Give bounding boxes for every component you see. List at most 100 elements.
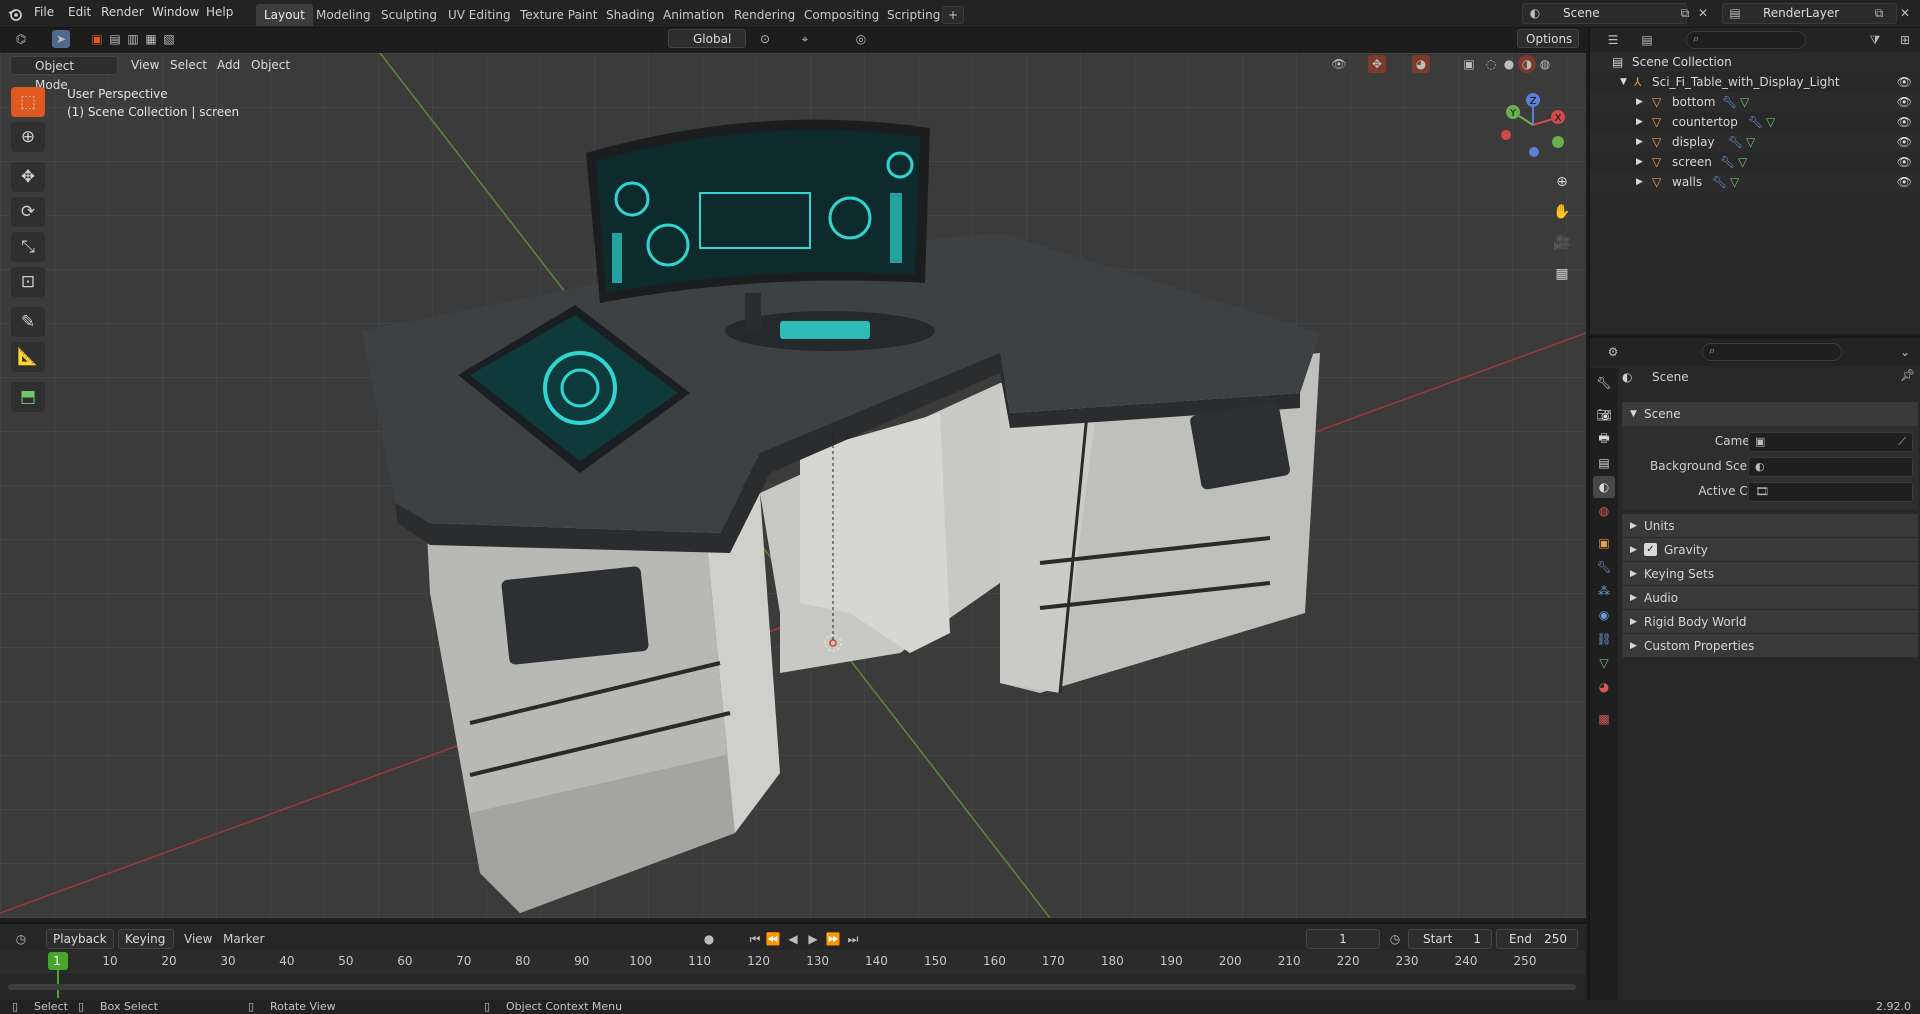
modifier-tab-icon[interactable]: 🔧︎	[1593, 556, 1615, 578]
visibility-eye-icon[interactable]: 👁	[1897, 132, 1912, 152]
add-cube-tool-button[interactable]: ⬒	[11, 382, 45, 412]
keying-sets-panel-header[interactable]: ▶ Keying Sets	[1622, 562, 1918, 586]
outliner-editor-icon[interactable]: ☰	[1604, 31, 1622, 49]
viewport-menu-select[interactable]: Select	[170, 56, 207, 75]
rotate-tool-button[interactable]: ⟳	[11, 197, 45, 227]
tweak-tool-button[interactable]: ⬚	[11, 87, 45, 117]
start-frame-field[interactable]: Start 1	[1408, 929, 1492, 949]
blender-logo-icon[interactable]	[6, 5, 24, 23]
ortho-grid-icon[interactable]: ▦	[1550, 262, 1574, 286]
viewport-menu-object[interactable]: Object	[251, 56, 290, 75]
end-frame-field[interactable]: End 250	[1496, 929, 1578, 949]
navigation-gizmo[interactable]: Z X Y	[1498, 90, 1568, 160]
play-icon[interactable]: ▶	[804, 930, 822, 948]
object-row-countertop[interactable]: ▶ ▽ countertop 🔧︎ ▽ 👁	[1590, 112, 1920, 132]
pin-icon[interactable]: 📌︎	[1900, 368, 1915, 382]
pivot-point-icon[interactable]: ⊙	[756, 30, 774, 48]
properties-editor-icon[interactable]: ⚙	[1604, 343, 1622, 361]
material-shading-icon[interactable]: ◑	[1518, 55, 1536, 73]
gravity-checkbox[interactable]: ✓	[1644, 543, 1657, 556]
move-tool-button[interactable]: ✥	[11, 162, 45, 192]
rendered-shading-icon[interactable]: ◍	[1536, 55, 1554, 73]
render-tab-icon[interactable]: 📷︎	[1593, 404, 1615, 426]
expand-chevron-icon[interactable]: ▶	[1636, 152, 1643, 172]
collection-row[interactable]: ▼ ⅄ Sci_Fi_Table_with_Display_Light 👁	[1590, 72, 1920, 92]
properties-search-input[interactable]: ⌕	[1702, 343, 1842, 361]
visibility-icon[interactable]: 👁	[1330, 55, 1348, 73]
jump-keyframe-back-icon[interactable]: ⏪	[764, 930, 782, 948]
viewport-menu-view[interactable]: View	[131, 56, 159, 75]
scene-panel-header[interactable]: ▼ Scene	[1622, 402, 1918, 426]
viewport-menu-add[interactable]: Add	[217, 56, 240, 75]
tab-sculpting[interactable]: Sculpting	[373, 4, 445, 26]
camera-view-icon[interactable]: 🎥	[1550, 231, 1574, 255]
proportional-edit-icon[interactable]: ◎	[852, 30, 870, 48]
display-mode-icon[interactable]: ▤	[1638, 31, 1656, 49]
new-scene-icon[interactable]: ⧉	[1676, 4, 1694, 22]
preview-range-icon[interactable]: ◷	[1386, 930, 1404, 948]
snap-icon[interactable]: ⌖	[796, 30, 814, 48]
options-chevron-icon[interactable]: ⌄	[1896, 343, 1914, 361]
material-tab-icon[interactable]: ◕	[1593, 676, 1615, 698]
tab-rendering[interactable]: Rendering	[726, 4, 803, 26]
options-dropdown[interactable]: Options	[1517, 29, 1579, 48]
menu-file[interactable]: File	[34, 5, 54, 19]
add-workspace-button[interactable]: +	[942, 6, 965, 24]
measure-tool-button[interactable]: 📐	[11, 342, 45, 372]
expand-chevron-icon[interactable]: ▶	[1636, 132, 1643, 152]
annotate-tool-button[interactable]: ✎	[11, 307, 45, 337]
tab-scripting[interactable]: Scripting	[879, 4, 948, 26]
pan-hand-icon[interactable]: ✋	[1550, 200, 1574, 224]
expand-chevron-icon[interactable]: ▼	[1620, 72, 1627, 92]
select-mode-new-icon[interactable]: ▣	[88, 30, 106, 48]
data-tab-icon[interactable]: ▽	[1593, 652, 1615, 674]
tab-texture-paint[interactable]: Texture Paint	[512, 4, 605, 26]
play-reverse-icon[interactable]: ◀	[784, 930, 802, 948]
timeline-editor-icon[interactable]: ◷	[12, 930, 30, 948]
jump-end-icon[interactable]: ⏭	[844, 930, 862, 948]
select-mode-invert-icon[interactable]: ▦	[142, 30, 160, 48]
jump-keyframe-forward-icon[interactable]: ⏩	[824, 930, 842, 948]
visibility-eye-icon[interactable]: 👁	[1897, 112, 1912, 132]
tab-compositing[interactable]: Compositing	[796, 4, 887, 26]
menu-help[interactable]: Help	[206, 5, 233, 19]
texture-tab-icon[interactable]: ▩	[1593, 708, 1615, 730]
object-mode-dropdown[interactable]: Object Mode	[10, 56, 118, 92]
object-row-screen[interactable]: ▶ ▽ screen 🔧︎ ▽ 👁	[1590, 152, 1920, 172]
tab-shading[interactable]: Shading	[598, 4, 663, 26]
visibility-eye-icon[interactable]: 👁	[1897, 172, 1912, 192]
visibility-eye-icon[interactable]: 👁	[1897, 72, 1912, 92]
transform-tool-button[interactable]: ⊡	[11, 267, 45, 297]
object-row-walls[interactable]: ▶ ▽ walls 🔧︎ ▽ 👁	[1590, 172, 1920, 192]
gizmo-icon[interactable]: ✥	[1368, 55, 1386, 73]
visibility-eye-icon[interactable]: 👁	[1897, 152, 1912, 172]
editor-type-icon[interactable]: ⌬	[12, 30, 30, 48]
menu-edit[interactable]: Edit	[68, 5, 91, 19]
filter-icon[interactable]: ⧩	[1866, 31, 1884, 49]
object-tab-icon[interactable]: ▣	[1593, 532, 1615, 554]
cursor-tool-button[interactable]: ⊕	[11, 122, 45, 152]
wireframe-shading-icon[interactable]: ◌	[1482, 55, 1500, 73]
menu-window[interactable]: Window	[152, 5, 199, 19]
view-layer-tab-icon[interactable]: ▤	[1593, 452, 1615, 474]
expand-chevron-icon[interactable]: ▶	[1636, 112, 1643, 132]
select-tool-icon[interactable]: ➤	[52, 30, 70, 48]
scene-selector[interactable]: Scene	[1522, 3, 1687, 24]
zoom-icon[interactable]: ⊕	[1550, 170, 1574, 194]
physics-tab-icon[interactable]: ◉	[1593, 604, 1615, 626]
tab-animation[interactable]: Animation	[655, 4, 732, 26]
object-row-bottom[interactable]: ▶ ▽ bottom 🔧︎ ▽ 👁	[1590, 92, 1920, 112]
camera-field[interactable]: ▣ ⟋	[1748, 432, 1913, 452]
transform-orientation-dropdown[interactable]: Global	[668, 29, 746, 48]
constraints-tab-icon[interactable]: ⛓	[1593, 628, 1615, 650]
expand-chevron-icon[interactable]: ▶	[1636, 92, 1643, 112]
playback-dropdown[interactable]: Playback	[46, 929, 114, 949]
record-icon[interactable]: ●	[700, 930, 718, 948]
tool-tab-icon[interactable]: 🔧︎	[1593, 372, 1615, 394]
visibility-eye-icon[interactable]: 👁	[1897, 92, 1912, 112]
solid-shading-icon[interactable]: ●	[1500, 55, 1518, 73]
delete-scene-icon[interactable]: ✕	[1694, 4, 1712, 22]
overlay-icon[interactable]: ◕	[1412, 55, 1430, 73]
tab-uv-editing[interactable]: UV Editing	[440, 4, 519, 26]
scene-tab-icon[interactable]: ◐	[1593, 476, 1615, 498]
